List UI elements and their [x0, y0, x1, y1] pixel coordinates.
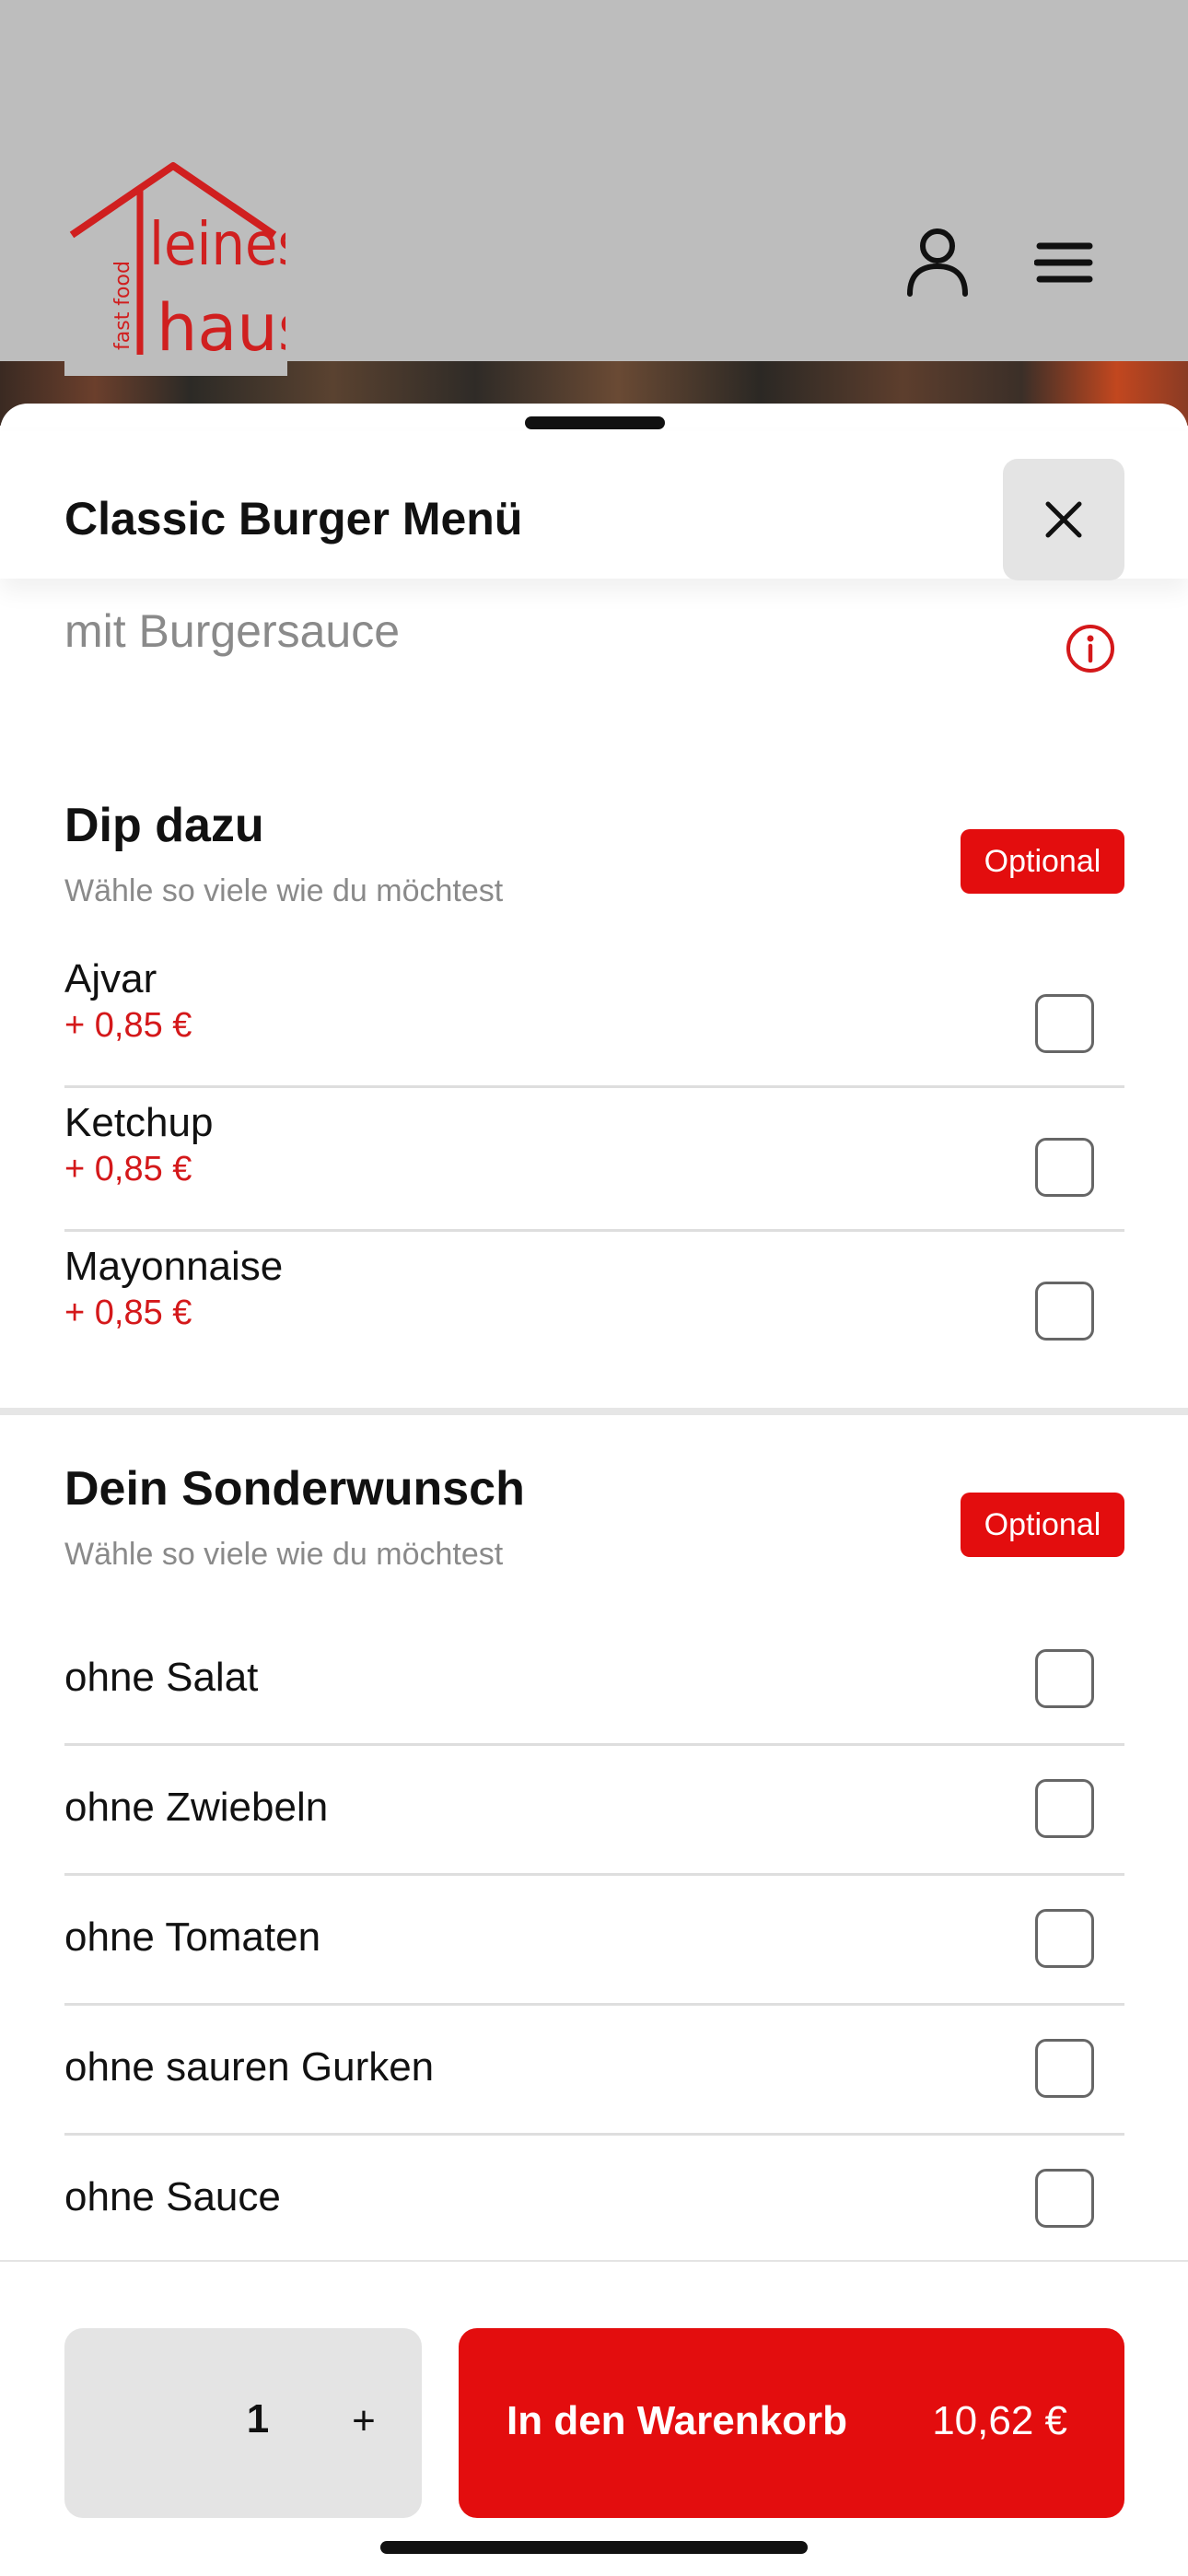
section-divider [0, 1408, 1188, 1415]
option-name: Mayonnaise [64, 1244, 284, 1289]
option-checkbox[interactable] [1035, 2169, 1094, 2228]
group-title-dip: Dip dazu [64, 799, 264, 852]
product-title: Classic Burger Menü [64, 493, 523, 544]
sheet-header: Classic Burger Menü [0, 431, 1188, 580]
cart-total-price: 10,62 € [932, 2398, 1067, 2443]
option-checkbox[interactable] [1035, 1909, 1094, 1968]
option-checkbox[interactable] [1035, 1649, 1094, 1708]
option-checkbox[interactable] [1035, 2039, 1094, 2098]
group-title-special-request: Dein Sonderwunsch [64, 1462, 525, 1516]
option-ohne-salat[interactable]: ohne Salat [64, 1614, 1124, 1743]
svg-text:fast food: fast food [111, 261, 134, 350]
option-price: + 0,85 € [64, 1150, 192, 1188]
option-checkbox[interactable] [1035, 1138, 1094, 1197]
product-description: mit Burgersauce [64, 605, 401, 657]
option-name: ohne sauren Gurken [64, 2044, 435, 2090]
quantity-stepper[interactable]: 1 + [64, 2328, 422, 2518]
divider [64, 1229, 1124, 1232]
option-name: ohne Tomaten [64, 1914, 321, 1960]
option-price: + 0,85 € [64, 1006, 192, 1045]
quantity-plus-button[interactable]: + [332, 2389, 396, 2453]
option-ajvar[interactable]: Ajvar + 0,85 € [64, 947, 1124, 1085]
option-checkbox[interactable] [1035, 1282, 1094, 1341]
option-ohne-tomaten[interactable]: ohne Tomaten [64, 1874, 1124, 2003]
sheet-footer: 1 + In den Warenkorb 10,62 € [0, 2260, 1188, 2576]
option-price: + 0,85 € [64, 1294, 192, 1332]
option-mayonnaise[interactable]: Mayonnaise + 0,85 € [64, 1235, 1124, 1373]
option-name: Ketchup [64, 1100, 214, 1145]
restaurant-logo[interactable]: leines haus fast food [64, 161, 311, 366]
option-checkbox[interactable] [1035, 994, 1094, 1053]
option-ohne-sauren-gurken[interactable]: ohne sauren Gurken [64, 2004, 1124, 2133]
home-indicator [380, 2541, 808, 2554]
sheet-grabber[interactable] [525, 416, 665, 429]
option-name: ohne Sauce [64, 2174, 281, 2219]
menu-icon[interactable] [1022, 221, 1105, 304]
product-sheet: Classic Burger Menü mit Burgersauce Dip … [0, 404, 1188, 2576]
close-icon [1045, 501, 1082, 538]
option-ohne-zwiebeln[interactable]: ohne Zwiebeln [64, 1744, 1124, 1873]
option-ketchup[interactable]: Ketchup + 0,85 € [64, 1091, 1124, 1229]
group-subtitle-special-request: Wähle so viele wie du möchtest [64, 1537, 504, 1572]
optional-badge: Optional [961, 829, 1124, 894]
option-ohne-sauce[interactable]: ohne Sauce [64, 2134, 1124, 2260]
option-name: ohne Salat [64, 1655, 259, 1700]
user-icon[interactable] [896, 221, 979, 304]
close-button[interactable] [1003, 459, 1124, 580]
option-checkbox[interactable] [1035, 1779, 1094, 1838]
add-to-cart-button[interactable]: In den Warenkorb 10,62 € [459, 2328, 1124, 2518]
quantity-value: 1 [246, 2396, 270, 2441]
add-to-cart-label: In den Warenkorb [507, 2398, 847, 2443]
optional-badge: Optional [961, 1493, 1124, 1557]
option-name: Ajvar [64, 956, 157, 1001]
svg-text:leines: leines [149, 211, 285, 279]
group-subtitle-dip: Wähle so viele wie du möchtest [64, 873, 504, 908]
info-icon[interactable] [1065, 623, 1116, 674]
svg-text:haus: haus [157, 290, 285, 364]
option-name: ohne Zwiebeln [64, 1785, 329, 1830]
sheet-content[interactable]: mit Burgersauce Dip dazu Wähle so viele … [0, 579, 1188, 2260]
divider [64, 1085, 1124, 1088]
